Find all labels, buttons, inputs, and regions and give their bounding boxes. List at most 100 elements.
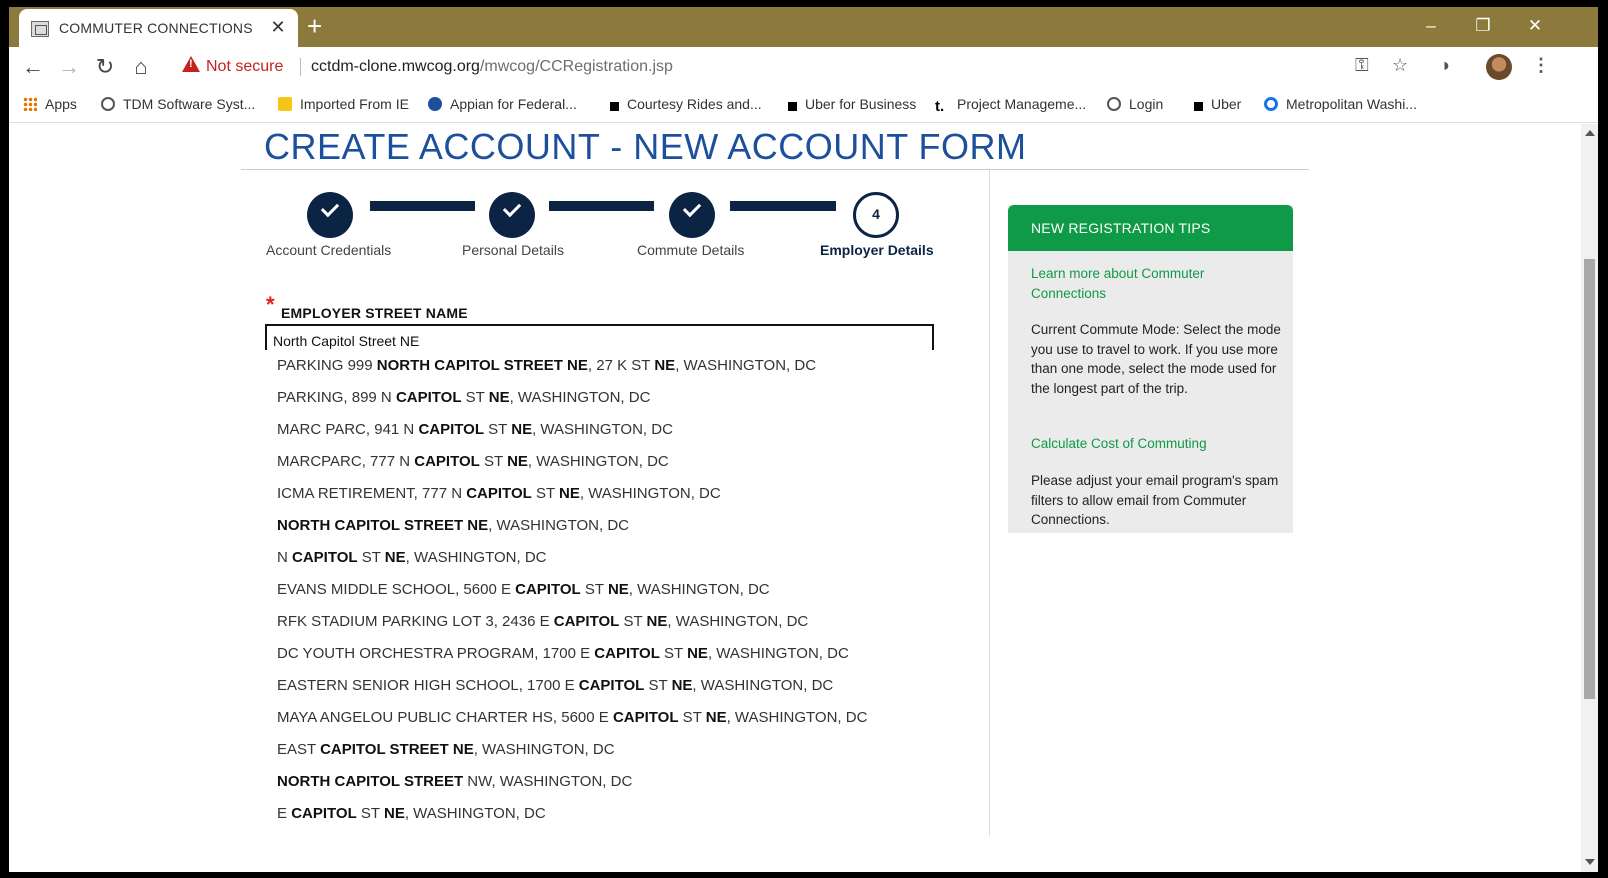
browser-toolbar: ← → ↻ ⌂ Not secure cctdm-clone.mwcog.org…	[9, 47, 1598, 87]
bookmark-item[interactable]: Courtesy Rides and...	[607, 96, 762, 112]
bookmark-item[interactable]: Appian for Federal...	[428, 96, 577, 112]
autocomplete-option[interactable]: PARKING 999 NORTH CAPITOL STREET NE, 27 …	[265, 350, 934, 382]
profile-avatar[interactable]	[1486, 54, 1512, 80]
option-text: MARC PARC, 941 N	[277, 421, 419, 438]
calculate-cost-link[interactable]: Calculate Cost of Commuting	[1031, 434, 1281, 454]
url-path: /mwcog/CCRegistration.jsp	[479, 58, 673, 75]
autocomplete-option[interactable]: MARCPARC, 777 N CAPITOL ST NE, WASHINGTO…	[265, 446, 934, 478]
minimize-button[interactable]: –	[1411, 13, 1451, 39]
home-icon[interactable]: ⌂	[127, 53, 155, 81]
globe-icon	[1107, 97, 1121, 111]
step-label-commute-details: Commute Details	[637, 242, 745, 258]
option-text: ST	[484, 421, 512, 438]
apps-grid-icon	[23, 97, 37, 111]
folder-icon	[278, 97, 292, 111]
option-text: , WASHINGTON, DC	[532, 421, 673, 438]
match-highlight: NE	[607, 581, 629, 598]
key-icon[interactable]: ⚿	[1355, 55, 1369, 76]
globe-icon	[101, 97, 115, 111]
match-highlight: NORTH CAPITOL STREET	[277, 773, 464, 790]
option-text: , WASHINGTON, DC	[509, 389, 651, 406]
autocomplete-option[interactable]: MAYA ANGELOU PUBLIC CHARTER HS, 5600 E C…	[265, 702, 934, 734]
match-highlight: CAPITOL STREET NE	[320, 741, 474, 758]
email-filter-tip: Please adjust your email program's spam …	[1031, 473, 1279, 527]
option-text: , WASHINGTON, DC	[404, 805, 546, 822]
scroll-thumb[interactable]	[1584, 259, 1595, 699]
back-arrow-icon[interactable]: ←	[19, 53, 47, 81]
bookmark-item[interactable]: Uber	[1191, 96, 1241, 112]
autocomplete-option[interactable]: NORTH CAPITOL STREET NW, WASHINGTON, DC	[265, 766, 934, 798]
bookmarks-bar: Apps TDM Software Syst... Imported From IE…	[9, 87, 1598, 123]
bookmark-item[interactable]: Metropolitan Washi...	[1264, 96, 1417, 112]
registration-tips-panel: NEW REGISTRATION TIPS Learn more about C…	[1008, 205, 1293, 533]
url-text[interactable]: cctdm-clone.mwcog.org/mwcog/CCRegistrati…	[311, 58, 673, 76]
browser-tab[interactable]: COMMUTER CONNECTIONS ✕	[19, 9, 298, 47]
address-bar[interactable]: Not secure cctdm-clone.mwcog.org/mwcog/C…	[174, 51, 1424, 83]
bookmark-item[interactable]: Imported From IE	[278, 96, 409, 112]
autocomplete-option[interactable]: N CAPITOL ST NE, WASHINGTON, DC	[265, 542, 934, 574]
new-tab-button[interactable]: +	[307, 13, 322, 39]
extension-icon[interactable]: ◑	[1439, 55, 1450, 76]
autocomplete-option[interactable]: EASTERN SENIOR HIGH SCHOOL, 1700 E CAPIT…	[265, 670, 934, 702]
match-highlight: NE	[559, 485, 580, 502]
reload-icon[interactable]: ↻	[91, 53, 119, 81]
autocomplete-option[interactable]: EVANS MIDDLE SCHOOL, 5600 E CAPITOL ST N…	[265, 574, 934, 606]
forward-arrow-icon[interactable]: →	[55, 53, 83, 81]
autocomplete-option[interactable]: NORTH CAPITOL STREET NE, WASHINGTON, DC	[265, 510, 934, 542]
match-highlight: CAPITOL	[395, 389, 462, 406]
bookmark-label: Courtesy Rides and...	[627, 96, 762, 112]
option-text: EASTERN SENIOR HIGH SCHOOL, 1700 E	[277, 677, 579, 694]
employer-street-input[interactable]	[265, 324, 934, 350]
square-icon	[1194, 102, 1203, 111]
autocomplete-option[interactable]: MARC PARC, 941 N CAPITOL ST NE, WASHINGT…	[265, 414, 934, 446]
url-host: cctdm-clone.mwcog.org	[311, 58, 480, 75]
option-text: , WASHINGTON, DC	[488, 517, 629, 534]
autocomplete-option[interactable]: EAST CAPITOL STREET NE, WASHINGTON, DC	[265, 734, 934, 766]
bookmark-label: Imported From IE	[300, 96, 409, 112]
bookmark-label: Apps	[45, 96, 77, 112]
match-highlight: NE	[488, 389, 510, 406]
autocomplete-option[interactable]: DC YOUTH ORCHESTRA PROGRAM, 1700 E CAPIT…	[265, 638, 934, 670]
option-text: EAST	[277, 741, 321, 758]
bookmark-item[interactable]: Apps	[23, 96, 77, 112]
commute-mode-tip: Current Commute Mode: Select the mode yo…	[1031, 322, 1281, 396]
tab-close-icon[interactable]: ✕	[268, 17, 288, 38]
scroll-up-arrow-icon[interactable]	[1585, 130, 1595, 136]
page-scrollbar[interactable]	[1581, 124, 1598, 872]
option-text: , 27 K ST	[587, 357, 655, 374]
match-highlight: NE	[511, 421, 533, 438]
option-text: ST	[461, 389, 489, 406]
bookmark-item[interactable]: TDM Software Syst...	[101, 96, 255, 112]
autocomplete-option[interactable]: ICMA RETIREMENT, 777 N CAPITOL ST NE, WA…	[265, 478, 934, 510]
tab-title: COMMUTER CONNECTIONS	[59, 20, 253, 36]
autocomplete-option[interactable]: E CAPITOL ST NE, WASHINGTON, DC	[265, 798, 934, 830]
scroll-down-arrow-icon[interactable]	[1585, 859, 1595, 865]
bookmark-item[interactable]: Login	[1107, 96, 1163, 112]
option-text: MARCPARC, 777 N	[277, 453, 415, 470]
step-4-number: 4	[872, 206, 880, 222]
learn-more-link[interactable]: Learn more about Commuter Connections	[1031, 264, 1281, 303]
autocomplete-option[interactable]: PARKING, 899 N CAPITOL ST NE, WASHINGTON…	[265, 382, 934, 414]
option-text: , WASHINGTON, DC	[667, 613, 809, 630]
required-marker: *	[266, 292, 275, 317]
menu-kebab-icon[interactable]: ⋮	[1532, 55, 1550, 76]
star-icon[interactable]: ☆	[1392, 55, 1408, 76]
ring-icon	[1264, 97, 1278, 111]
option-text: , WASHINGTON, DC	[726, 709, 868, 726]
option-text: , WASHINGTON, DC	[579, 485, 721, 502]
bookmark-item[interactable]: Uber for Business	[785, 96, 916, 112]
window-close-button[interactable]: ✕	[1515, 13, 1555, 39]
bookmark-item[interactable]: t. Project Manageme...	[935, 96, 1086, 115]
square-icon	[788, 102, 797, 111]
match-highlight: NORTH CAPITOL STREET NE	[376, 357, 588, 374]
match-highlight: CAPITOL	[292, 549, 358, 566]
option-text: ST	[580, 581, 608, 598]
option-text: PARKING, 899 N	[277, 389, 396, 406]
tab-strip: COMMUTER CONNECTIONS ✕ + – ❐ ✕	[9, 7, 1598, 47]
match-highlight: NE	[705, 709, 727, 726]
autocomplete-option[interactable]: RFK STADIUM PARKING LOT 3, 2436 E CAPITO…	[265, 606, 934, 638]
option-text: EVANS MIDDLE SCHOOL, 5600 E	[277, 581, 516, 598]
step-connector	[549, 201, 654, 211]
restore-button[interactable]: ❐	[1463, 13, 1503, 39]
security-status[interactable]: Not secure	[206, 58, 283, 76]
